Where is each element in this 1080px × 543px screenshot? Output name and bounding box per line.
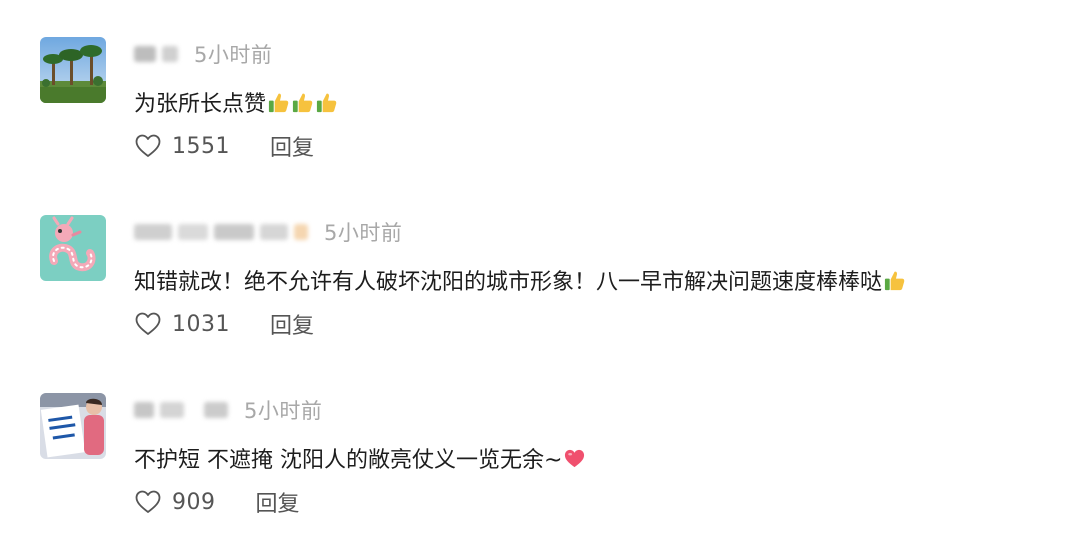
username-blurred[interactable] (134, 46, 178, 62)
pink-dragon-avatar-image (40, 215, 106, 281)
comment-actions: 1031 回复 (134, 309, 314, 339)
thumbs-up-icon (316, 93, 337, 112)
like-count: 1031 (172, 311, 230, 337)
comment-meta: 5小时前 (134, 395, 322, 425)
comment-timestamp: 5小时前 (244, 399, 323, 423)
avatar[interactable] (40, 37, 106, 103)
comment-text-row: 知错就改！绝不允许有人破坏沈阳的城市形象！八一早市解决问题速度棒棒哒 (134, 264, 906, 296)
comment-timestamp: 5小时前 (194, 43, 273, 67)
heart-outline-icon (135, 312, 161, 335)
comment-meta: 5小时前 (134, 217, 402, 247)
comment-text-row: 不护短 不遮掩 沈阳人的敞亮仗义一览无余~ (134, 442, 586, 474)
reply-button[interactable]: 回复 (270, 130, 314, 162)
comment-text: 不护短 不遮掩 沈阳人的敞亮仗义一览无余~ (134, 448, 563, 473)
like-count: 909 (172, 489, 216, 515)
like-button[interactable]: 1031 (134, 311, 230, 337)
avatar[interactable] (40, 393, 106, 459)
username-blurred[interactable] (134, 224, 308, 240)
reply-button[interactable]: 回复 (270, 308, 314, 340)
like-button[interactable]: 909 (134, 489, 216, 515)
username-blurred[interactable] (134, 402, 228, 418)
comment-text-row: 为张所长点赞 (134, 86, 338, 118)
thumbs-up-icon (292, 93, 313, 112)
comment-actions: 909 回复 (134, 487, 300, 517)
person-with-sign-avatar-image (40, 393, 106, 459)
like-button[interactable]: 1551 (134, 133, 230, 159)
red-heart-icon (565, 449, 585, 467)
avatar[interactable] (40, 215, 106, 281)
thumbs-up-icon (268, 93, 289, 112)
reply-button[interactable]: 回复 (256, 486, 300, 518)
palm-trees-avatar-image (40, 37, 106, 103)
comment-text: 为张所长点赞 (134, 92, 267, 117)
like-count: 1551 (172, 133, 230, 159)
heart-outline-icon (135, 134, 161, 157)
comment-actions: 1551 回复 (134, 131, 314, 161)
comment-meta: 5小时前 (134, 39, 272, 69)
comment-text: 知错就改！绝不允许有人破坏沈阳的城市形象！八一早市解决问题速度棒棒哒 (134, 270, 883, 295)
thumbs-up-icon (884, 271, 905, 290)
comment-timestamp: 5小时前 (324, 221, 403, 245)
heart-outline-icon (135, 490, 161, 513)
